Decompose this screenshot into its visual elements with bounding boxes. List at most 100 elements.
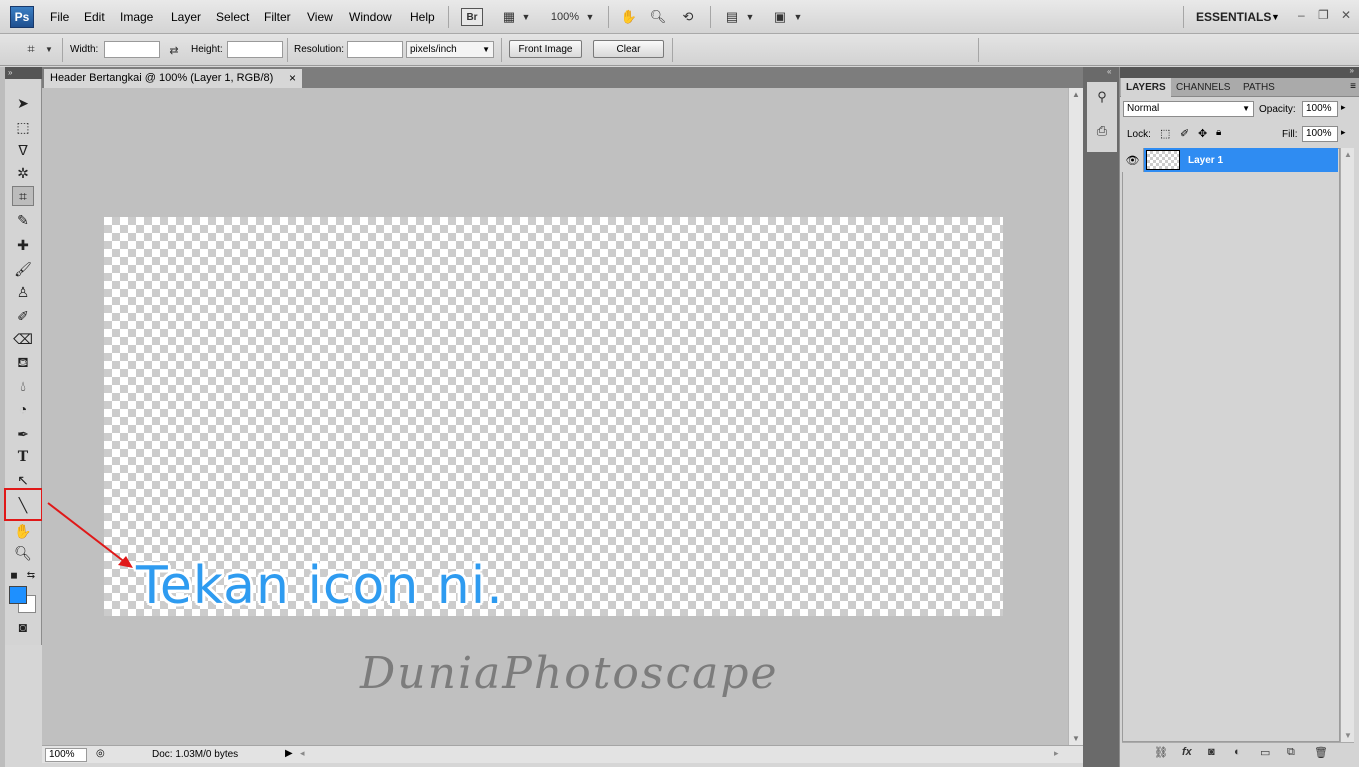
chevron-down-icon[interactable]: ▼ bbox=[584, 8, 596, 26]
arrange-documents-icon[interactable]: ▤ bbox=[722, 8, 742, 26]
chevron-down-icon[interactable]: ▼ bbox=[744, 8, 756, 26]
resolution-unit-select[interactable]: pixels/inch ▼ bbox=[406, 41, 494, 58]
brushes-panel-icon[interactable]: ⚲ bbox=[1093, 88, 1111, 106]
hand-tool-icon[interactable]: ✋ bbox=[12, 521, 34, 541]
blend-mode-select[interactable]: Normal ▼ bbox=[1123, 101, 1254, 117]
bridge-button[interactable]: Br bbox=[461, 8, 483, 26]
zoom-tool-icon[interactable]: 🔍︎ bbox=[12, 543, 34, 563]
layer-mask-icon[interactable]: ◙ bbox=[1208, 746, 1215, 758]
vertical-scrollbar[interactable]: ▲ ▼ bbox=[1068, 88, 1083, 745]
layer-name[interactable]: Layer 1 bbox=[1188, 155, 1223, 166]
chevron-down-icon[interactable]: ▼ bbox=[1271, 12, 1280, 22]
status-options-icon[interactable]: ◎ bbox=[96, 748, 105, 759]
crop-tool-icon[interactable]: ⌗ bbox=[12, 186, 34, 206]
status-zoom-field[interactable]: 100% bbox=[45, 748, 87, 762]
eyedropper-tool-icon[interactable]: ✎ bbox=[12, 210, 34, 230]
scroll-down-icon[interactable]: ▼ bbox=[1072, 734, 1080, 743]
clone-stamp-tool-icon[interactable]: ♙ bbox=[12, 282, 34, 302]
zoom-level-select[interactable]: 100% bbox=[549, 8, 581, 26]
menu-file[interactable]: File bbox=[50, 10, 69, 24]
restore-icon[interactable]: ❐ bbox=[1318, 8, 1329, 22]
menu-filter[interactable]: Filter bbox=[264, 10, 291, 24]
new-group-icon[interactable]: ▭ bbox=[1260, 746, 1270, 759]
menu-view[interactable]: View bbox=[307, 10, 333, 24]
dodge-tool-icon[interactable]: ◔ bbox=[12, 399, 34, 419]
trash-icon[interactable]: 🗑︎ bbox=[1314, 746, 1328, 759]
fill-slider-arrow-icon[interactable]: ▸ bbox=[1341, 127, 1346, 138]
panel-menu-icon[interactable]: ≡ bbox=[1350, 81, 1356, 92]
panel-expand-icon[interactable]: » bbox=[1350, 66, 1354, 75]
scroll-left-icon[interactable]: ◂ bbox=[300, 748, 305, 759]
close-icon[interactable]: × bbox=[289, 69, 296, 88]
menu-layer[interactable]: Layer bbox=[171, 10, 201, 24]
history-brush-tool-icon[interactable]: ✐ bbox=[12, 306, 34, 326]
layer-style-icon[interactable]: fx bbox=[1182, 746, 1192, 758]
opacity-slider-arrow-icon[interactable]: ▸ bbox=[1341, 102, 1346, 113]
clear-button[interactable]: Clear bbox=[593, 40, 664, 58]
scroll-up-icon[interactable]: ▲ bbox=[1072, 90, 1080, 99]
menu-edit[interactable]: Edit bbox=[84, 10, 105, 24]
lock-image-icon[interactable]: ✐ bbox=[1180, 127, 1189, 140]
menu-image[interactable]: Image bbox=[120, 10, 153, 24]
lock-all-icon[interactable]: 🔒︎ bbox=[1216, 127, 1221, 138]
resolution-field[interactable] bbox=[347, 41, 403, 58]
menu-select[interactable]: Select bbox=[216, 10, 249, 24]
pen-tool-icon[interactable]: ✒ bbox=[12, 424, 34, 444]
link-layers-icon[interactable]: ⛓ bbox=[1154, 746, 1168, 759]
minimize-icon[interactable]: – bbox=[1298, 8, 1305, 22]
screen-mode-icon[interactable]: ▣ bbox=[770, 8, 790, 26]
visibility-eye-icon[interactable]: 👁︎ bbox=[1122, 148, 1144, 172]
marquee-tool-icon[interactable]: ⬚ bbox=[12, 117, 34, 137]
quick-mask-icon[interactable]: ◙ bbox=[12, 617, 34, 637]
front-image-button[interactable]: Front Image bbox=[509, 40, 582, 58]
foreground-color-swatch[interactable] bbox=[9, 586, 27, 604]
lock-position-icon[interactable]: ✥ bbox=[1198, 127, 1207, 140]
close-icon[interactable]: ✕ bbox=[1341, 8, 1351, 22]
document-tab[interactable]: Header Bertangkai @ 100% (Layer 1, RGB/8… bbox=[44, 69, 302, 88]
paint-bucket-tool-icon[interactable]: ⛾ bbox=[12, 353, 34, 373]
zoom-icon[interactable]: 🔍︎ bbox=[649, 8, 667, 26]
crop-tool-icon[interactable]: ⌗ bbox=[20, 40, 42, 58]
brush-tool-icon[interactable]: 🖌︎ bbox=[12, 259, 34, 279]
type-tool-icon[interactable]: T bbox=[12, 447, 34, 467]
path-selection-tool-icon[interactable]: ↖ bbox=[12, 470, 34, 490]
eraser-tool-icon[interactable]: ⌫ bbox=[12, 329, 34, 349]
chevron-down-icon[interactable]: ▼ bbox=[44, 40, 54, 58]
hand-icon[interactable]: ✋ bbox=[620, 8, 638, 26]
default-colors-icon[interactable]: ◼ bbox=[8, 565, 20, 585]
menu-window[interactable]: Window bbox=[349, 10, 392, 24]
tab-channels[interactable]: CHANNELS bbox=[1171, 78, 1235, 97]
magic-wand-tool-icon[interactable]: ✲ bbox=[12, 163, 34, 183]
dock-collapse-icon[interactable]: « bbox=[1107, 67, 1111, 76]
chevron-down-icon[interactable]: ▼ bbox=[520, 8, 532, 26]
adjustment-layer-icon[interactable]: ◐ bbox=[1234, 746, 1241, 758]
swap-colors-icon[interactable]: ⇆ bbox=[25, 565, 37, 585]
chevron-down-icon[interactable]: ▼ bbox=[792, 8, 804, 26]
opacity-field[interactable]: 100% bbox=[1302, 101, 1338, 117]
toolbox-collapse-icon[interactable]: » bbox=[5, 67, 42, 79]
clone-source-panel-icon[interactable]: ⎙ bbox=[1093, 122, 1111, 140]
swap-icon[interactable]: ⇄ bbox=[166, 41, 182, 59]
tab-layers[interactable]: LAYERS bbox=[1121, 78, 1171, 97]
menu-help[interactable]: Help bbox=[410, 10, 435, 24]
lock-transparency-icon[interactable]: ⬚ bbox=[1160, 127, 1170, 140]
move-tool-icon[interactable]: ➤ bbox=[12, 93, 34, 113]
layer-thumbnail[interactable] bbox=[1146, 150, 1180, 170]
layers-scrollbar[interactable]: ▲ ▼ bbox=[1340, 148, 1354, 742]
blur-tool-icon[interactable]: 💧︎ bbox=[12, 376, 34, 396]
lasso-tool-icon[interactable]: ᐁ bbox=[12, 140, 34, 160]
scroll-up-icon[interactable]: ▲ bbox=[1344, 150, 1352, 159]
film-strip-icon[interactable]: ▦ bbox=[500, 8, 518, 26]
rotate-view-icon[interactable]: ⟲ bbox=[678, 8, 698, 26]
status-menu-arrow-icon[interactable]: ▶ bbox=[285, 748, 293, 759]
tab-paths[interactable]: PATHS bbox=[1238, 78, 1280, 97]
fill-field[interactable]: 100% bbox=[1302, 126, 1338, 142]
width-field[interactable] bbox=[104, 41, 160, 58]
healing-brush-tool-icon[interactable]: ✚ bbox=[12, 235, 34, 255]
height-field[interactable] bbox=[227, 41, 283, 58]
canvas-workspace[interactable] bbox=[42, 88, 1068, 745]
workspace-switcher[interactable]: ESSENTIALS bbox=[1196, 10, 1271, 24]
scroll-right-icon[interactable]: ▸ bbox=[1054, 748, 1059, 759]
scroll-down-icon[interactable]: ▼ bbox=[1344, 731, 1352, 740]
new-layer-icon[interactable]: ⧉ bbox=[1287, 746, 1295, 759]
